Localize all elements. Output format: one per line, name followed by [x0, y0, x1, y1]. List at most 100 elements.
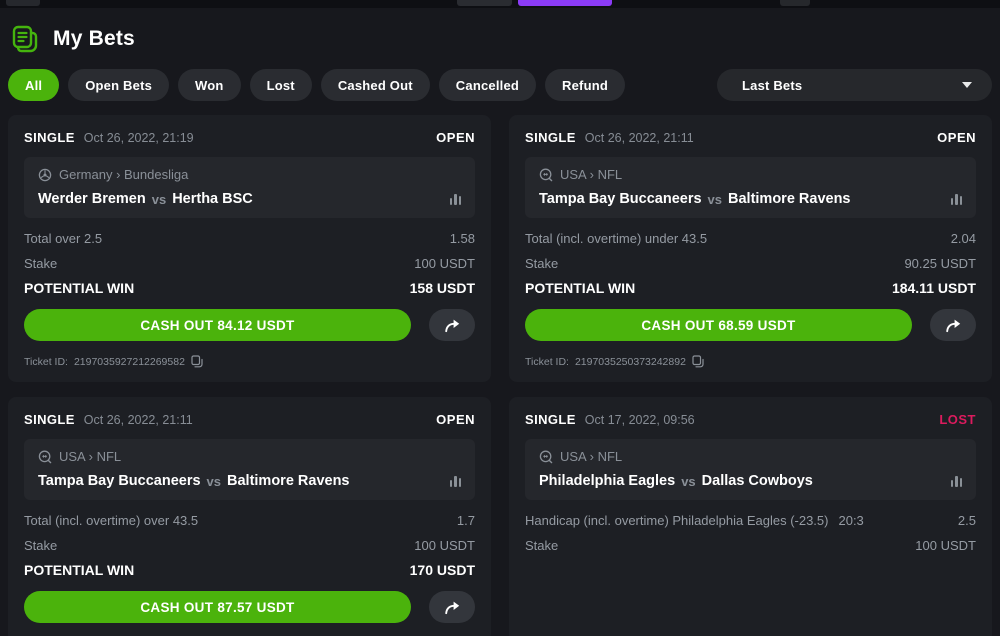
match-stats-icon[interactable]	[951, 476, 963, 487]
cash-out-button[interactable]: CASH OUT 84.12 USDT	[24, 309, 411, 341]
potential-win-row: POTENTIAL WIN 184.11 USDT	[525, 280, 976, 296]
odds-value: 2.04	[951, 231, 976, 246]
next-bet-card-fragment	[8, 630, 491, 636]
match-stats-icon[interactable]	[450, 194, 462, 205]
stake-value: 100 USDT	[414, 256, 475, 271]
share-arrow-icon	[944, 318, 963, 333]
potential-win-value: 184.11 USDT	[892, 280, 976, 296]
filter-chip-cashed-out[interactable]: Cashed Out	[321, 69, 430, 101]
match-line: Tampa Bay Buccaneers vs Baltimore Ravens	[539, 191, 962, 207]
market-name: Total over 2.5	[24, 231, 102, 246]
stake-row: Stake 100 USDT	[24, 256, 475, 271]
potential-win-label: POTENTIAL WIN	[525, 280, 892, 296]
league-path: Germany › Bundesliga	[59, 167, 188, 182]
filter-chip-refund[interactable]: Refund	[545, 69, 625, 101]
bet-card-header: SINGLE Oct 17, 2022, 09:56 LOST	[525, 410, 976, 431]
vs-label: vs	[207, 474, 221, 489]
bet-type-label: SINGLE	[24, 412, 75, 427]
actions-row: CASH OUT 87.57 USDT	[24, 591, 475, 623]
share-bet-button[interactable]	[930, 309, 976, 341]
event-box: Germany › Bundesliga Werder Bremen vs He…	[24, 157, 475, 218]
ticket-line: Ticket ID: 2197035250373242892	[525, 341, 976, 368]
topbar-active-tab-indicator	[518, 0, 612, 6]
away-team: Baltimore Ravens	[227, 473, 350, 489]
league-path: USA › NFL	[59, 449, 121, 464]
share-bet-button[interactable]	[429, 591, 475, 623]
match-stats-icon[interactable]	[450, 476, 462, 487]
potential-win-value: 170 USDT	[410, 562, 475, 578]
status-badge: OPEN	[436, 412, 475, 427]
stake-value: 100 USDT	[414, 538, 475, 553]
filter-chip-lost[interactable]: Lost	[250, 69, 312, 101]
potential-win-value: 158 USDT	[410, 280, 475, 296]
bet-card-header: SINGLE Oct 26, 2022, 21:19 OPEN	[24, 128, 475, 149]
match-stats-icon[interactable]	[951, 194, 963, 205]
share-arrow-icon	[443, 600, 462, 615]
my-bets-page: My Bets All Open Bets Won Lost Cashed Ou…	[0, 8, 1000, 636]
potential-win-label: POTENTIAL WIN	[24, 280, 410, 296]
league-line: USA › NFL	[539, 449, 962, 464]
home-team: Philadelphia Eagles	[539, 473, 675, 489]
filter-chip-all[interactable]: All	[8, 69, 59, 101]
stake-row: Stake 100 USDT	[525, 538, 976, 553]
market-row: Total over 2.5 1.58	[24, 231, 475, 246]
stake-label: Stake	[24, 538, 414, 553]
stake-label: Stake	[525, 256, 904, 271]
cash-out-button[interactable]: CASH OUT 87.57 USDT	[24, 591, 411, 623]
filter-chip-cancelled[interactable]: Cancelled	[439, 69, 536, 101]
league-path: USA › NFL	[560, 449, 622, 464]
filter-row: All Open Bets Won Lost Cashed Out Cancel…	[0, 67, 1000, 115]
american-football-icon	[539, 450, 553, 464]
sort-dropdown[interactable]: Last Bets	[717, 69, 992, 101]
home-team: Tampa Bay Buccaneers	[38, 473, 201, 489]
topbar-tab-fragment	[6, 0, 40, 6]
vs-label: vs	[152, 192, 166, 207]
stake-value: 100 USDT	[915, 538, 976, 553]
ticket-id-label: Ticket ID:	[24, 356, 68, 368]
stake-row: Stake 90.25 USDT	[525, 256, 976, 271]
league-line: USA › NFL	[38, 449, 461, 464]
soccer-icon	[38, 168, 52, 182]
market-name: Total (incl. overtime) under 43.5	[525, 231, 707, 246]
status-badge: LOST	[939, 412, 976, 427]
home-team: Werder Bremen	[38, 191, 146, 207]
bet-card: SINGLE Oct 17, 2022, 09:56 LOST	[509, 397, 992, 636]
ticket-line: Ticket ID: 2197035927212269582	[24, 341, 475, 368]
page-header: My Bets	[0, 8, 1000, 67]
bet-date: Oct 26, 2022, 21:19	[84, 131, 427, 145]
bets-grid: SINGLE Oct 26, 2022, 21:19 OPEN	[0, 115, 1000, 636]
bet-card: SINGLE Oct 26, 2022, 21:11 OPEN	[509, 115, 992, 382]
top-nav-fragment	[0, 0, 1000, 8]
market-row: Total (incl. overtime) over 43.5 1.7	[24, 513, 475, 528]
copy-ticket-id-button[interactable]	[191, 355, 203, 368]
bet-date: Oct 26, 2022, 21:11	[84, 413, 427, 427]
filter-chip-won[interactable]: Won	[178, 69, 241, 101]
match-line: Philadelphia Eagles vs Dallas Cowboys	[539, 473, 962, 489]
bet-card: SINGLE Oct 26, 2022, 21:19 OPEN	[8, 115, 491, 382]
vs-label: vs	[681, 474, 695, 489]
filter-chips: All Open Bets Won Lost Cashed Out Cancel…	[8, 69, 717, 101]
american-football-icon	[38, 450, 52, 464]
ticket-id-value: 2197035250373242892	[575, 356, 686, 368]
ticket-id-label: Ticket ID:	[525, 356, 569, 368]
away-team: Hertha BSC	[172, 191, 253, 207]
event-box: USA › NFL Philadelphia Eagles vs Dallas …	[525, 439, 976, 500]
stake-value: 90.25 USDT	[904, 256, 976, 271]
stake-label: Stake	[24, 256, 414, 271]
share-bet-button[interactable]	[429, 309, 475, 341]
potential-win-row: POTENTIAL WIN 170 USDT	[24, 562, 475, 578]
bet-card-header: SINGLE Oct 26, 2022, 21:11 OPEN	[525, 128, 976, 149]
bet-card-header: SINGLE Oct 26, 2022, 21:11 OPEN	[24, 410, 475, 431]
bet-date: Oct 17, 2022, 09:56	[585, 413, 931, 427]
odds-value: 2.5	[958, 513, 976, 528]
bet-card: SINGLE Oct 26, 2022, 21:11 OPEN	[8, 397, 491, 636]
copy-ticket-id-button[interactable]	[692, 355, 704, 368]
league-line: USA › NFL	[539, 167, 962, 182]
away-team: Baltimore Ravens	[728, 191, 851, 207]
filter-chip-open-bets[interactable]: Open Bets	[68, 69, 169, 101]
actions-row: CASH OUT 84.12 USDT	[24, 309, 475, 341]
cash-out-button[interactable]: CASH OUT 68.59 USDT	[525, 309, 912, 341]
odds-value: 1.58	[450, 231, 475, 246]
status-badge: OPEN	[436, 130, 475, 145]
odds-value: 1.7	[457, 513, 475, 528]
